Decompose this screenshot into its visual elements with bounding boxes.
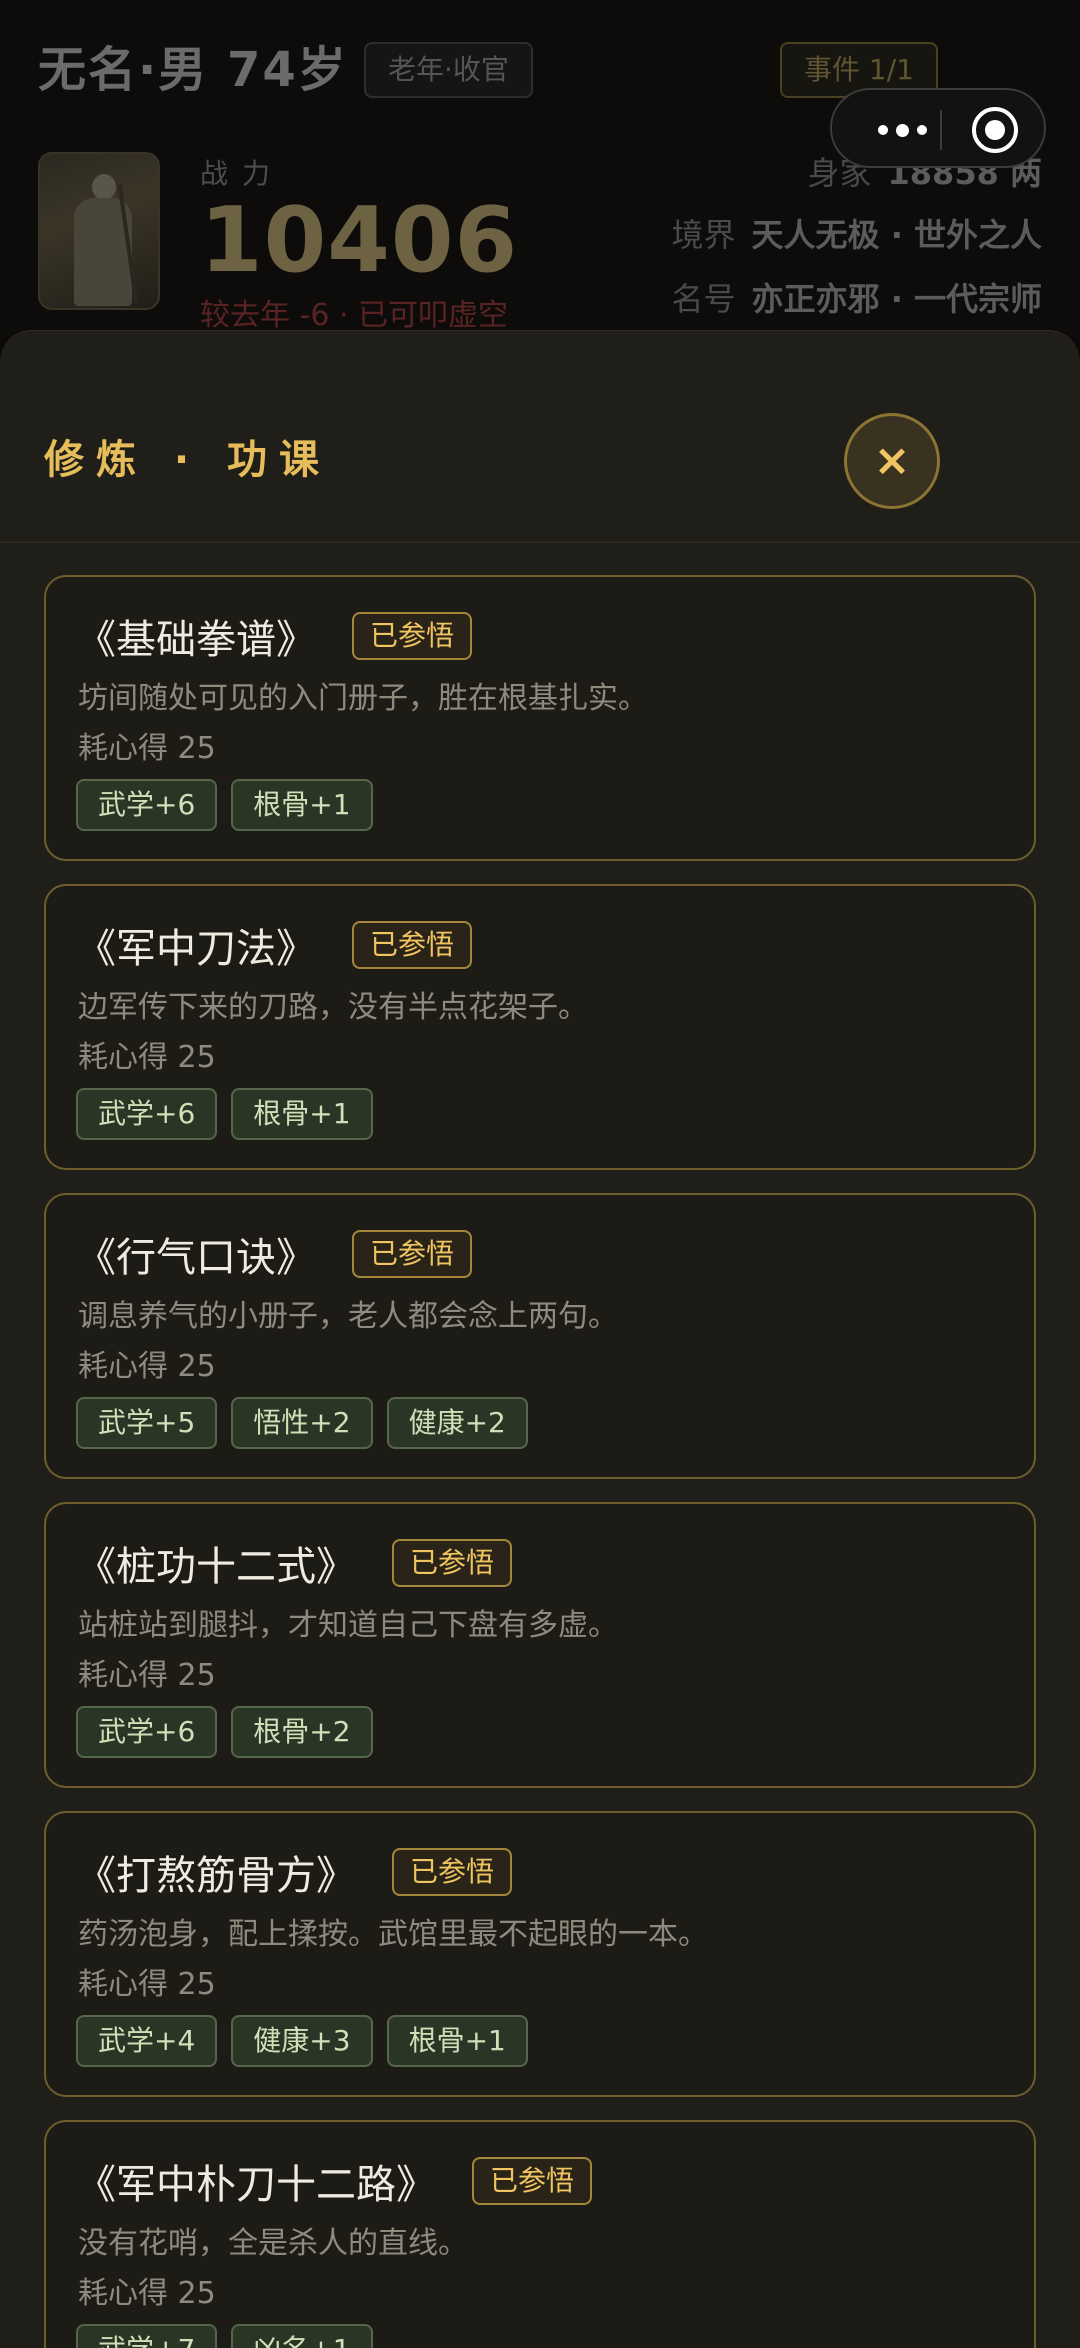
stat-tag: 根骨+2 [231,1706,373,1758]
manual-cost: 耗心得 25 [78,1658,216,1693]
manual-tags: 武学+6 根骨+1 [76,779,373,831]
stat-tag: 武学+6 [76,1088,218,1140]
manual-list: 《基础拳谱》 已参悟 坊间随处可见的入门册子，胜在根基扎实。 耗心得 25 武学… [44,575,1036,2348]
manual-card[interactable]: 《桩功十二式》 已参悟 站桩站到腿抖，才知道自己下盘有多虚。 耗心得 25 武学… [44,1502,1036,1788]
manual-name: 《行气口诀》 [76,1235,316,1281]
manual-card[interactable]: 《行气口诀》 已参悟 调息养气的小册子，老人都会念上两句。 耗心得 25 武学+… [44,1193,1036,1479]
manual-name: 《军中朴刀十二路》 [76,2162,436,2208]
stat-tag: 悟性+2 [231,1397,373,1449]
manual-card[interactable]: 《打熬筋骨方》 已参悟 药汤泡身，配上揉按。武馆里最不起眼的一本。 耗心得 25… [44,1811,1036,2097]
close-miniprogram-icon[interactable] [972,107,1018,153]
manual-card[interactable]: 《军中刀法》 已参悟 边军传下来的刀路，没有半点花架子。 耗心得 25 武学+6… [44,884,1036,1170]
status-badge: 已参悟 [352,1230,473,1278]
manual-description: 调息养气的小册子，老人都会念上两句。 [78,1299,618,1334]
manual-description: 没有花哨，全是杀人的直线。 [78,2226,468,2261]
character-title: 无名·男 74岁 [38,42,348,98]
manual-card-header: 《打熬筋骨方》 已参悟 [76,1843,513,1901]
status-badge: 已参悟 [472,2157,593,2205]
stat-tag: 凶名+1 [231,2324,373,2348]
realm-value: 天人无极 · 世外之人 [751,216,1042,254]
stat-tag: 根骨+1 [231,1088,373,1140]
realm-row: 境界 天人无极 · 世外之人 [672,210,1042,256]
manual-tags: 武学+5 悟性+2 健康+2 [76,1397,528,1449]
manual-cost: 耗心得 25 [78,2276,216,2311]
manual-name: 《打熬筋骨方》 [76,1853,356,1899]
nickname-row: 名号 亦正亦邪 · 一代宗师 [672,274,1042,320]
manual-card-header: 《基础拳谱》 已参悟 [76,607,473,665]
more-options-icon[interactable] [862,110,942,150]
capsule-divider [940,110,942,150]
stat-tag: 武学+4 [76,2015,218,2067]
manual-card-header: 《军中朴刀十二路》 已参悟 [76,2152,593,2210]
manual-card[interactable]: 《基础拳谱》 已参悟 坊间随处可见的入门册子，胜在根基扎实。 耗心得 25 武学… [44,575,1036,861]
power-change-note: 较去年 -6 · 已可叩虚空 [200,298,509,333]
manual-card-header: 《军中刀法》 已参悟 [76,916,473,974]
manual-name: 《基础拳谱》 [76,617,316,663]
stat-tag: 健康+2 [386,1397,528,1449]
stat-tag: 武学+6 [76,779,218,831]
manual-cost: 耗心得 25 [78,1967,216,2002]
manual-tags: 武学+6 根骨+1 [76,1088,373,1140]
manual-card-header: 《桩功十二式》 已参悟 [76,1534,513,1592]
power-label: 战力 [200,157,285,190]
manual-cost: 耗心得 25 [78,731,216,766]
manual-tags: 武学+6 根骨+2 [76,1706,373,1758]
stat-tag: 健康+3 [231,2015,373,2067]
manual-tags: 武学+4 健康+3 根骨+1 [76,2015,528,2067]
close-icon: × [873,435,911,486]
status-badge: 已参悟 [352,921,473,969]
stat-tag: 根骨+1 [231,779,373,831]
close-button[interactable]: × [844,413,940,509]
nickname-label: 名号 [671,280,736,318]
manual-card-header: 《行气口诀》 已参悟 [76,1225,473,1283]
manual-description: 药汤泡身，配上揉按。武馆里最不起眼的一本。 [78,1917,708,1952]
manual-name: 《桩功十二式》 [76,1544,356,1590]
realm-label: 境界 [671,216,736,254]
manual-tags: 武学+7 凶名+1 [76,2324,373,2348]
manual-cost: 耗心得 25 [78,1040,216,1075]
cultivation-sheet: 修炼 · 功课 × 《基础拳谱》 已参悟 坊间随处可见的入门册子，胜在根基扎实。… [0,330,1080,2348]
status-badge: 已参悟 [392,1539,513,1587]
stat-tag: 武学+7 [76,2324,218,2348]
portrait-figure-head [92,174,116,200]
manual-description: 坊间随处可见的入门册子，胜在根基扎实。 [78,681,648,716]
stat-tag: 武学+5 [76,1397,218,1449]
age-stage-badge: 老年·收官 [364,42,533,98]
sheet-divider [0,541,1080,543]
manual-cost: 耗心得 25 [78,1349,216,1384]
stat-tag: 武学+6 [76,1706,218,1758]
status-badge: 已参悟 [352,612,473,660]
stat-tag: 根骨+1 [386,2015,528,2067]
sheet-title: 修炼 · 功课 [44,437,332,483]
manual-description: 站桩站到腿抖，才知道自己下盘有多虚。 [78,1608,618,1643]
manual-description: 边军传下来的刀路，没有半点花架子。 [78,990,588,1025]
manual-name: 《军中刀法》 [76,926,316,972]
miniprogram-capsule [830,88,1046,168]
character-portrait[interactable] [38,152,160,310]
nickname-value: 亦正亦邪 · 一代宗师 [751,280,1042,318]
character-header: 无名·男 74岁 老年·收官 事件 1/1 战力 10406 较去年 -6 · … [0,0,1080,340]
status-badge: 已参悟 [392,1848,513,1896]
power-value: 10406 [200,188,519,293]
manual-card[interactable]: 《军中朴刀十二路》 已参悟 没有花哨，全是杀人的直线。 耗心得 25 武学+7 … [44,2120,1036,2348]
